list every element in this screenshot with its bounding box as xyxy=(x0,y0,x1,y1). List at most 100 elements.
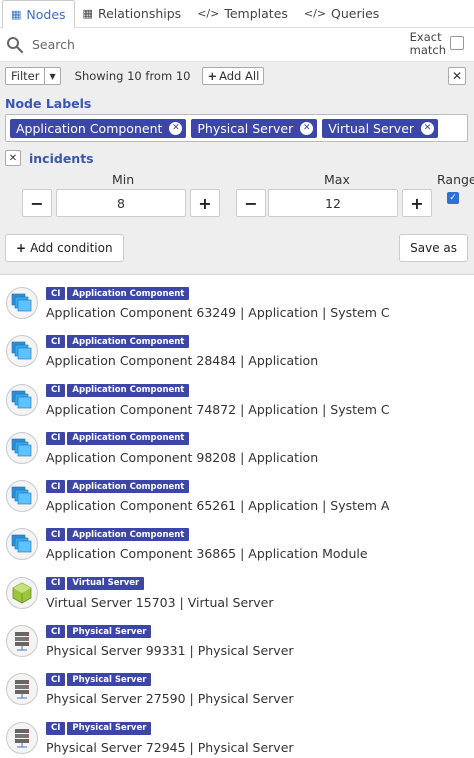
badge-group: CI Application Component xyxy=(46,383,190,397)
label-badge: Physical Server xyxy=(67,625,152,639)
ci-badge: CI xyxy=(46,576,66,590)
add-all-button[interactable]: + Add All xyxy=(202,67,265,85)
label-chip: Virtual Server ✕ xyxy=(322,118,439,138)
badge-group: CI Application Component xyxy=(46,480,190,494)
badge-group: CI Application Component xyxy=(46,287,190,300)
list-item[interactable]: CI Application Component Application Com… xyxy=(0,378,474,426)
list-item[interactable]: CI Application Component Application Com… xyxy=(0,426,474,474)
exact-label-line: match xyxy=(409,43,446,57)
max-input[interactable]: 12 xyxy=(268,189,398,217)
add-condition-button[interactable]: + Add condition xyxy=(5,234,124,262)
list-item[interactable]: CI Application Component Application Com… xyxy=(0,522,474,570)
plus-icon: + xyxy=(207,69,218,83)
add-all-label: Add All xyxy=(219,69,260,83)
ci-badge: CI xyxy=(46,673,66,687)
check-icon: ✓ xyxy=(449,193,457,203)
condition-name: incidents xyxy=(29,150,94,166)
application-component-icon xyxy=(6,480,38,513)
node-title: Physical Server 27590 | Physical Server xyxy=(46,691,294,707)
search-icon xyxy=(6,36,24,54)
badge-group: CI Application Component xyxy=(46,528,190,542)
plus-icon: + xyxy=(16,241,27,255)
remove-chip-icon[interactable]: ✕ xyxy=(421,121,435,135)
label-chip: Physical Server ✕ xyxy=(191,118,318,138)
tab-templates[interactable]: </> Templates xyxy=(189,0,296,27)
remove-chip-icon[interactable]: ✕ xyxy=(169,121,183,135)
min-increment-button[interactable]: + xyxy=(190,189,220,217)
label-badge: Application Component xyxy=(67,528,190,542)
ci-badge: CI xyxy=(46,431,66,445)
list-item[interactable]: CI Virtual Server Virtual Server 15703 |… xyxy=(0,571,474,619)
close-icon: ✕ xyxy=(8,152,18,164)
node-title: Application Component 63249 | Applicatio… xyxy=(46,305,390,320)
chip-label: Application Component xyxy=(16,120,163,136)
range-condition: Min Max Range − 8 + − 12 + ✓ xyxy=(0,166,474,232)
max-increment-button[interactable]: + xyxy=(402,189,432,217)
tab-relationships[interactable]: ▦ Relationships xyxy=(75,0,190,27)
code-icon: </> xyxy=(303,7,327,20)
min-label: Min xyxy=(112,172,135,187)
min-decrement-button[interactable]: − xyxy=(22,189,52,217)
tab-label: Relationships xyxy=(97,6,182,21)
tab-label: Templates xyxy=(224,6,288,21)
node-labels-title: Node Labels xyxy=(5,96,92,111)
condition-actions: + Add condition Save as xyxy=(0,232,474,266)
physical-server-icon xyxy=(6,673,38,706)
exact-match-checkbox[interactable] xyxy=(450,36,464,50)
badge-group: CI Application Component xyxy=(46,431,190,445)
application-component-icon xyxy=(6,335,38,368)
code-icon: </> xyxy=(197,7,220,20)
list-item[interactable]: CI Physical Server Physical Server 72945… xyxy=(0,716,474,758)
max-label: Max xyxy=(324,172,350,187)
label-badge: Physical Server xyxy=(67,721,152,735)
max-decrement-button[interactable]: − xyxy=(236,189,266,217)
filter-toolbar: Filter ▼ Showing 10 from 10 + Add All ✕ xyxy=(0,62,474,90)
filter-label: Filter xyxy=(6,68,46,84)
tab-queries[interactable]: </> Queries xyxy=(296,0,387,27)
save-as-button[interactable]: Save as xyxy=(399,234,468,262)
virtual-server-icon xyxy=(6,576,38,609)
filter-dropdown[interactable]: Filter ▼ xyxy=(5,67,61,85)
badge-group: CI Physical Server xyxy=(46,721,152,735)
label-badge: Application Component xyxy=(67,383,190,397)
close-filter-button[interactable]: ✕ xyxy=(448,67,466,85)
tab-nodes[interactable]: ▦ Nodes xyxy=(2,0,75,28)
ci-badge: CI xyxy=(46,383,66,397)
label-chip: Application Component ✕ xyxy=(10,118,187,138)
node-title: Virtual Server 15703 | Virtual Server xyxy=(46,594,274,610)
list-item[interactable]: CI Application Component Application Com… xyxy=(0,474,474,522)
ci-badge: CI xyxy=(46,480,66,494)
label-badge: Application Component xyxy=(67,287,190,300)
ci-badge: CI xyxy=(46,335,66,349)
label-badge: Application Component xyxy=(67,480,190,494)
min-input[interactable]: 8 xyxy=(56,189,186,217)
ci-badge: CI xyxy=(46,287,66,300)
badge-group: CI Physical Server xyxy=(46,673,152,687)
table-icon: ▦ xyxy=(11,7,22,21)
node-title: Application Component 74872 | Applicatio… xyxy=(46,401,390,417)
list-item[interactable]: CI Physical Server Physical Server 27590… xyxy=(0,667,474,715)
node-title: Application Component 98208 | Applicatio… xyxy=(46,449,319,465)
label-badge: Application Component xyxy=(67,335,190,349)
table-icon: ▦ xyxy=(82,7,93,20)
node-title: Application Component 36865 | Applicatio… xyxy=(46,546,368,562)
physical-server-icon xyxy=(6,625,38,658)
list-item[interactable]: CI Physical Server Physical Server 99331… xyxy=(0,619,474,667)
list-item[interactable]: CI Application Component Application Com… xyxy=(0,281,474,329)
remove-condition-button[interactable]: ✕ xyxy=(5,150,21,166)
plus-icon: + xyxy=(410,193,424,213)
save-as-label: Save as xyxy=(410,241,457,255)
range-label: Range xyxy=(437,172,474,187)
add-condition-label: Add condition xyxy=(30,241,113,255)
tab-label: Queries xyxy=(331,6,380,21)
list-item[interactable]: CI Application Component Application Com… xyxy=(0,329,474,377)
search-input[interactable] xyxy=(32,37,392,52)
node-title: Physical Server 72945 | Physical Server xyxy=(46,739,294,755)
range-checkbox[interactable]: ✓ xyxy=(447,192,459,204)
application-component-icon xyxy=(6,383,38,416)
result-count: Showing 10 from 10 xyxy=(74,69,191,83)
minus-icon: − xyxy=(244,193,258,213)
node-labels-field[interactable]: Application Component ✕ Physical Server … xyxy=(5,114,468,142)
remove-chip-icon[interactable]: ✕ xyxy=(300,121,314,135)
ci-badge: CI xyxy=(46,625,66,639)
